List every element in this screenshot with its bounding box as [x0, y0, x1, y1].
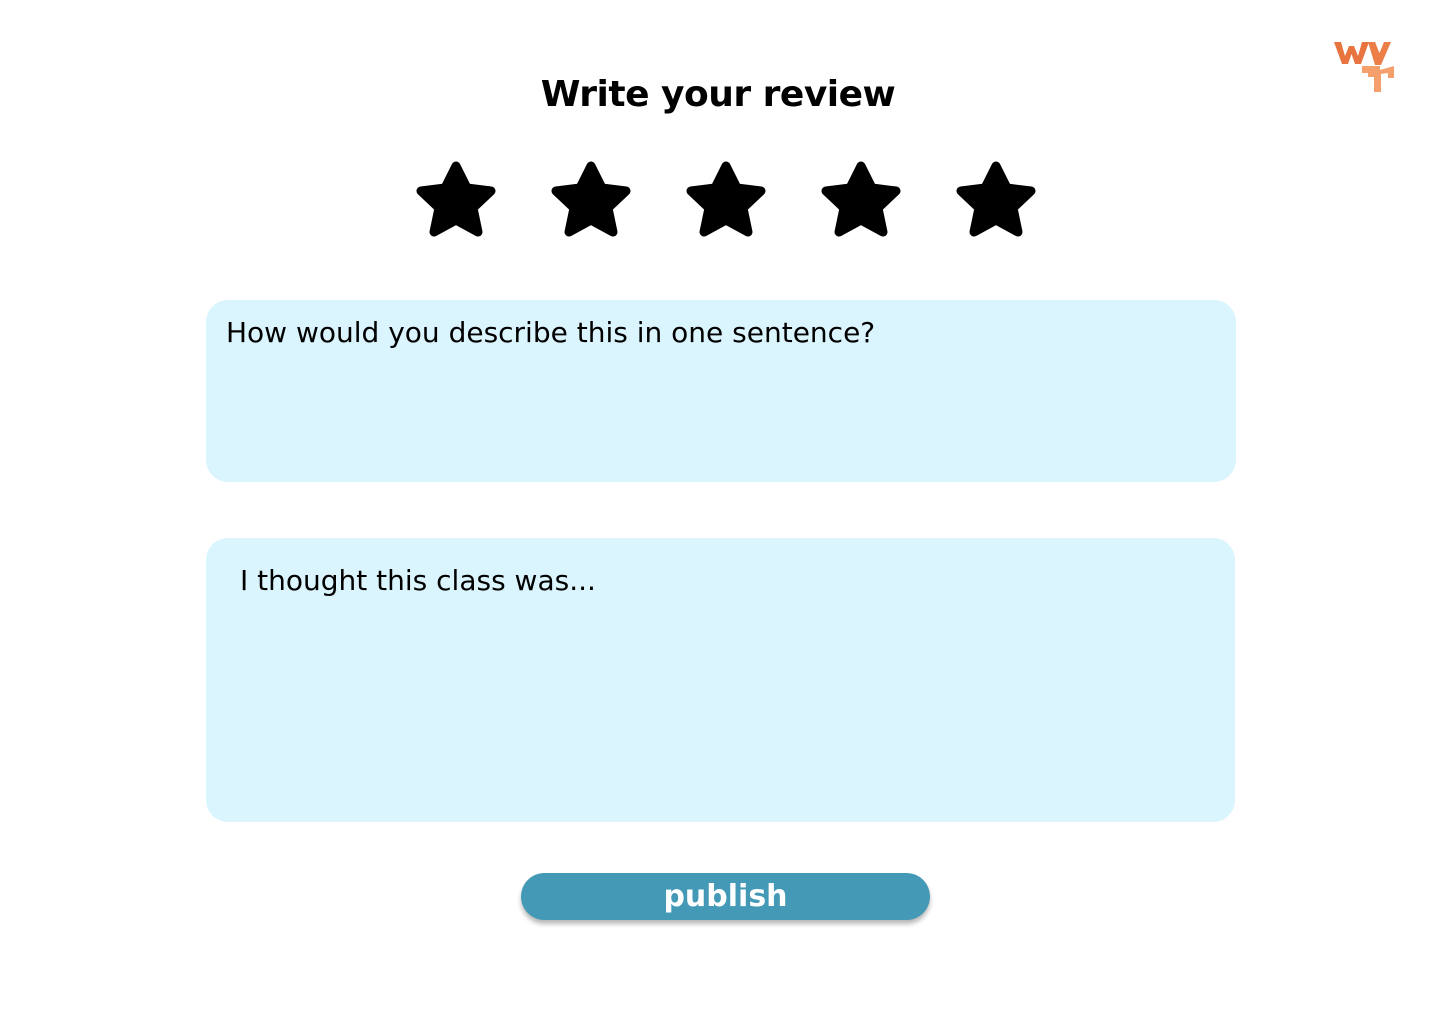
publish-button[interactable]: publish	[521, 873, 930, 920]
page-title: Write your review	[540, 74, 896, 115]
summary-input[interactable]	[206, 300, 1236, 482]
rating-star-3-icon[interactable]	[684, 158, 768, 238]
review-page: Write your review publish	[0, 0, 1440, 1024]
rating-star-2-icon[interactable]	[549, 158, 633, 238]
rating-star-4-icon[interactable]	[819, 158, 903, 238]
rating-star-5-icon[interactable]	[954, 158, 1038, 238]
rating-star-1-icon[interactable]	[414, 158, 498, 238]
review-details-input[interactable]	[206, 538, 1235, 822]
